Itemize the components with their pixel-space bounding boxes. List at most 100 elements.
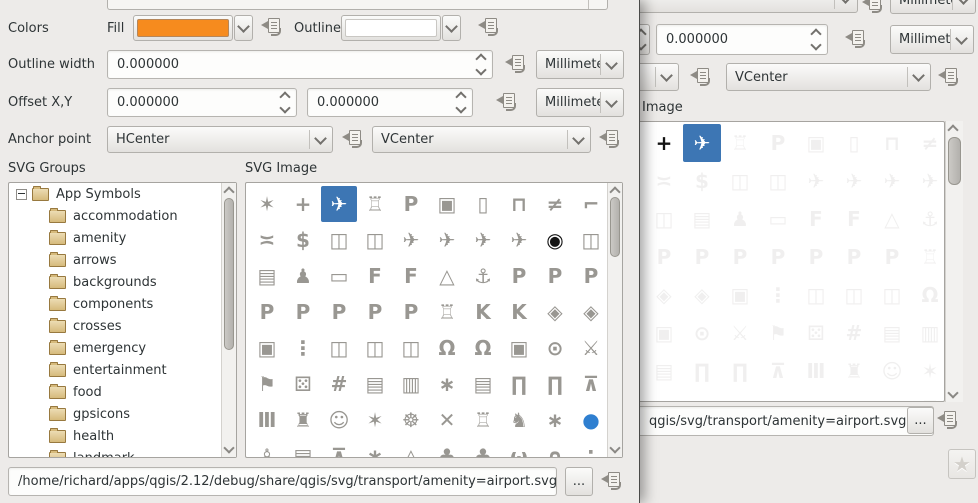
toy-train-icon[interactable]: ♜ [285, 402, 321, 438]
parking-car-icon[interactable]: P [683, 238, 721, 276]
data-defined-override-icon[interactable] [478, 18, 499, 36]
fountain-2-icon[interactable]: ∗ [537, 402, 573, 438]
dice-icon[interactable]: ⚄ [285, 366, 321, 402]
scroll-up-icon[interactable] [223, 186, 234, 197]
anchor-h-combo[interactable]: HCenter [107, 126, 333, 153]
scroll-down-icon[interactable] [609, 442, 620, 453]
train-icon[interactable]: ◫ [797, 276, 835, 314]
gate-icon[interactable]: ⊓ [873, 124, 911, 162]
data-defined-override-icon[interactable] [601, 472, 622, 490]
fuel-icon[interactable]: F [797, 200, 835, 238]
compass-icon[interactable]: ◈ [537, 294, 573, 330]
save-symbol-button[interactable]: ★ [948, 449, 976, 479]
airplane-4-icon[interactable]: ✈ [911, 162, 945, 200]
footbridge-icon[interactable]: ≍ [645, 162, 683, 200]
tree-item-accommodation[interactable]: accommodation [9, 205, 236, 227]
parking-disabled-icon[interactable]: P [759, 238, 797, 276]
airplane-icon[interactable]: ✈ [321, 186, 357, 222]
svg-groups-tree[interactable]: App Symbols accommodation amenity [8, 182, 237, 458]
offset-unit-combo[interactable]: Millimeter [536, 88, 624, 117]
lighthouse-icon[interactable]: △ [429, 258, 465, 294]
art-palette-icon[interactable]: ⊙ [537, 330, 573, 366]
sparkle-icon[interactable]: ✶ [249, 186, 285, 222]
tree-item-health[interactable]: health [9, 425, 236, 447]
fuel-lpg-icon[interactable]: F [393, 258, 429, 294]
parking-solid-icon[interactable]: P [835, 238, 873, 276]
crossed-planes-icon[interactable]: ≠ [537, 186, 573, 222]
fan-flower-icon[interactable]: ✶ [357, 402, 393, 438]
spin-buttons[interactable] [805, 30, 827, 49]
train-front-icon[interactable]: ◫ [835, 276, 873, 314]
grid-scrollbar[interactable] [607, 183, 622, 457]
rental-bicycle-icon[interactable]: K [465, 294, 501, 330]
scatter-icon[interactable]: ∴ [573, 438, 609, 458]
harbour-icon[interactable]: ♖ [911, 238, 945, 276]
statue-icon[interactable]: Ω [465, 330, 501, 366]
bus-stop-icon[interactable]: ▤ [249, 258, 285, 294]
symbol-layer-type-combo-partial[interactable] [107, 0, 608, 10]
map-pin-icon[interactable]: ● [573, 402, 609, 438]
data-defined-override-icon[interactable] [342, 130, 363, 148]
elephant-icon[interactable]: ♞ [721, 390, 759, 402]
parking-disabled-icon[interactable]: P [285, 294, 321, 330]
bank-icon[interactable]: ∏ [501, 366, 537, 402]
trolleybus-icon[interactable]: ◫ [357, 222, 393, 258]
theatre-masks-icon[interactable]: ☺ [321, 402, 357, 438]
picture-frame-icon[interactable]: ▣ [501, 330, 537, 366]
graduation-icon[interactable]: ⊼ [911, 390, 945, 402]
fuel-icon[interactable]: F [357, 258, 393, 294]
bus-2-icon[interactable]: ◫ [573, 222, 609, 258]
trees-icon[interactable]: ♣ [429, 438, 465, 458]
parking-striped-icon[interactable]: P [873, 238, 911, 276]
museum-icon[interactable]: ∏ [721, 352, 759, 390]
windmill-icon[interactable]: ✕ [645, 390, 683, 402]
outline-width-unit-combo[interactable]: Millimeter [536, 50, 624, 79]
tree-item-food[interactable]: food [9, 381, 236, 403]
tree-item-emergency[interactable]: emergency [9, 337, 236, 359]
outline-color-dropdown[interactable] [442, 15, 461, 41]
footbridge-icon[interactable]: ≍ [249, 222, 285, 258]
parking-bicycle-icon[interactable]: P [645, 238, 683, 276]
ship-icon[interactable]: ♖ [721, 124, 759, 162]
fountain-3-icon[interactable]: ∗ [357, 438, 393, 458]
outline-color-button[interactable] [341, 15, 441, 41]
bank-icon[interactable]: ∏ [683, 352, 721, 390]
svg-image-grid-back[interactable]: ✶+✈♖P▣▯⊓≠⌐≍$◫◫✈✈✈✈◉◫▤♟▭FF△⚓PPPPPPPP♖K◈◈▣… [640, 121, 945, 402]
airplane-outline-icon[interactable]: ✈ [393, 222, 429, 258]
parking-dotted-icon[interactable]: P [797, 238, 835, 276]
gate-icon[interactable]: ⊓ [501, 186, 537, 222]
parking-paid-icon[interactable]: P [249, 294, 285, 330]
compass-icon[interactable]: ◈ [645, 276, 683, 314]
spinner-partial[interactable] [640, 24, 650, 55]
data-defined-override-icon[interactable] [937, 411, 958, 429]
fill-color-dropdown[interactable] [234, 15, 253, 41]
scroll-down-icon[interactable] [223, 442, 234, 453]
svg-image-grid[interactable]: ✶+✈♖P▣▯⊓≠⌐≍$◫◫✈✈✈✈◉◫▤♟▭FF△⚓PPPPPPPP♖KK◈◈… [245, 182, 623, 458]
parking-icon[interactable]: P [759, 124, 797, 162]
tree-item-backgrounds[interactable]: backgrounds [9, 271, 236, 293]
elephant-icon[interactable]: ♞ [501, 402, 537, 438]
level-crossing-icon[interactable]: # [321, 366, 357, 402]
harbour-icon[interactable]: ♖ [429, 294, 465, 330]
spin-buttons[interactable] [470, 55, 492, 74]
parking-bicycle-icon[interactable]: P [537, 258, 573, 294]
unit-combo-partial[interactable] [640, 0, 858, 13]
tree-item-landmark[interactable]: landmark [9, 447, 236, 458]
offset-x-field[interactable]: 0.000000 [107, 88, 297, 117]
width-field[interactable]: 0.000000 [656, 24, 828, 55]
fuel-lpg-icon[interactable]: F [835, 200, 873, 238]
bollard-icon[interactable]: ▯ [465, 186, 501, 222]
spin-buttons[interactable] [450, 93, 472, 112]
bush-icon[interactable]: ♣ [465, 438, 501, 458]
offset-y-field[interactable]: 0.000000 [307, 88, 473, 117]
museum-icon[interactable]: ∏ [537, 366, 573, 402]
film-icon[interactable]: ▥ [393, 366, 429, 402]
spin-buttons[interactable] [274, 93, 296, 112]
browse-button[interactable]: ... [565, 467, 593, 496]
data-defined-override-icon[interactable] [496, 93, 517, 111]
scroll-down-icon[interactable] [947, 387, 958, 398]
data-defined-override-icon[interactable] [599, 130, 620, 148]
star-thin-icon[interactable]: + [285, 186, 321, 222]
grass-icon[interactable]: ω [501, 438, 537, 458]
anchor-icon[interactable]: ⚓ [911, 200, 945, 238]
